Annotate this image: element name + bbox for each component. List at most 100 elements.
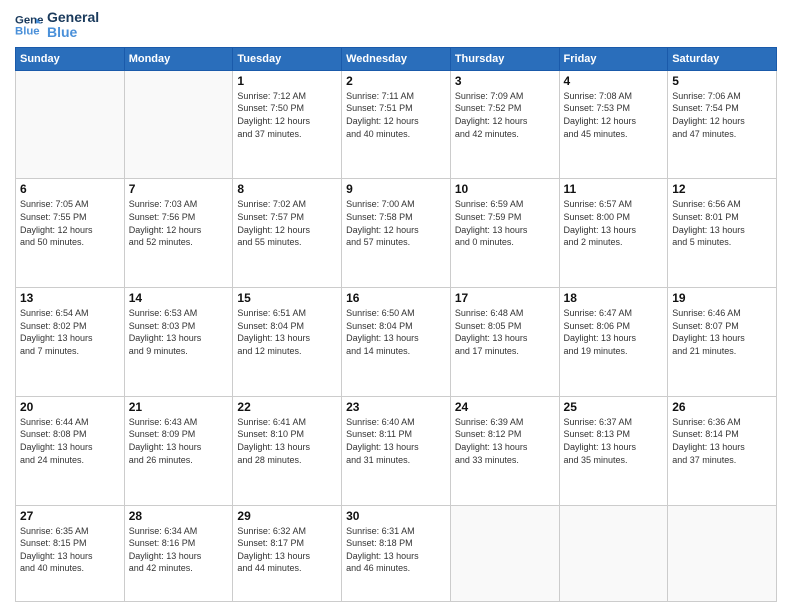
calendar-cell: 18 Sunrise: 6:47 AM Sunset: 8:06 PM Dayli…: [559, 288, 668, 397]
day-info: Sunrise: 7:12 AM Sunset: 7:50 PM Dayligh…: [237, 90, 337, 140]
calendar-cell: 10Sunrise: 6:59 AM Sunset: 7:59 PM Dayli…: [450, 179, 559, 288]
calendar-row-1: 1Sunrise: 7:12 AM Sunset: 7:50 PM Daylig…: [16, 70, 777, 179]
calendar-cell: 30 Sunrise: 6:31 AM Sunset: 8:18 PM Dayli…: [342, 505, 451, 601]
svg-text:Blue: Blue: [15, 26, 40, 38]
calendar-cell: 4 Sunrise: 7:08 AM Sunset: 7:53 PM Daylig…: [559, 70, 668, 179]
day-info: Sunrise: 6:35 AM Sunset: 8:15 PM Dayligh…: [20, 525, 120, 575]
day-info: Sunrise: 6:50 AM Sunset: 8:04 PM Dayligh…: [346, 307, 446, 357]
day-number: 12: [672, 182, 772, 196]
calendar-cell: 26 Sunrise: 6:36 AM Sunset: 8:14 PM Dayli…: [668, 396, 777, 505]
calendar-cell: 27 Sunrise: 6:35 AM Sunset: 8:15 PM Dayli…: [16, 505, 125, 601]
day-number: 15: [237, 291, 337, 305]
day-number: 22: [237, 400, 337, 414]
day-info: Sunrise: 6:51 AM Sunset: 8:04 PM Dayligh…: [237, 307, 337, 357]
calendar-row-4: 20 Sunrise: 6:44 AM Sunset: 8:08 PM Dayli…: [16, 396, 777, 505]
day-number: 23: [346, 400, 446, 414]
calendar-cell: [124, 70, 233, 179]
logo-general: General: [47, 10, 99, 25]
day-number: 3: [455, 74, 555, 88]
calendar-cell: [559, 505, 668, 601]
calendar-cell: 29 Sunrise: 6:32 AM Sunset: 8:17 PM Dayli…: [233, 505, 342, 601]
calendar-cell: 9Sunrise: 7:00 AM Sunset: 7:58 PM Daylig…: [342, 179, 451, 288]
calendar-cell: 16 Sunrise: 6:50 AM Sunset: 8:04 PM Dayli…: [342, 288, 451, 397]
day-info: Sunrise: 6:46 AM Sunset: 8:07 PM Dayligh…: [672, 307, 772, 357]
calendar-row-2: 6 Sunrise: 7:05 AM Sunset: 7:55 PM Daylig…: [16, 179, 777, 288]
day-number: 6: [20, 182, 120, 196]
day-number: 30: [346, 509, 446, 523]
calendar-row-5: 27 Sunrise: 6:35 AM Sunset: 8:15 PM Dayli…: [16, 505, 777, 601]
day-info: Sunrise: 6:39 AM Sunset: 8:12 PM Dayligh…: [455, 416, 555, 466]
day-info: Sunrise: 6:53 AM Sunset: 8:03 PM Dayligh…: [129, 307, 229, 357]
calendar-cell: 1Sunrise: 7:12 AM Sunset: 7:50 PM Daylig…: [233, 70, 342, 179]
calendar-table: SundayMondayTuesdayWednesdayThursdayFrid…: [15, 47, 777, 602]
weekday-header-thursday: Thursday: [450, 47, 559, 70]
day-info: Sunrise: 7:11 AM Sunset: 7:51 PM Dayligh…: [346, 90, 446, 140]
day-number: 16: [346, 291, 446, 305]
calendar-cell: 7Sunrise: 7:03 AM Sunset: 7:56 PM Daylig…: [124, 179, 233, 288]
day-info: Sunrise: 6:54 AM Sunset: 8:02 PM Dayligh…: [20, 307, 120, 357]
day-info: Sunrise: 7:09 AM Sunset: 7:52 PM Dayligh…: [455, 90, 555, 140]
day-info: Sunrise: 7:03 AM Sunset: 7:56 PM Dayligh…: [129, 198, 229, 248]
day-info: Sunrise: 6:40 AM Sunset: 8:11 PM Dayligh…: [346, 416, 446, 466]
svg-text:General: General: [15, 15, 43, 27]
calendar-cell: 23 Sunrise: 6:40 AM Sunset: 8:11 PM Dayli…: [342, 396, 451, 505]
calendar-cell: 13 Sunrise: 6:54 AM Sunset: 8:02 PM Dayli…: [16, 288, 125, 397]
day-number: 20: [20, 400, 120, 414]
day-number: 4: [564, 74, 664, 88]
day-info: Sunrise: 6:43 AM Sunset: 8:09 PM Dayligh…: [129, 416, 229, 466]
day-info: Sunrise: 7:08 AM Sunset: 7:53 PM Dayligh…: [564, 90, 664, 140]
day-info: Sunrise: 6:41 AM Sunset: 8:10 PM Dayligh…: [237, 416, 337, 466]
day-info: Sunrise: 6:44 AM Sunset: 8:08 PM Dayligh…: [20, 416, 120, 466]
day-number: 24: [455, 400, 555, 414]
day-number: 26: [672, 400, 772, 414]
day-number: 28: [129, 509, 229, 523]
day-number: 2: [346, 74, 446, 88]
day-number: 19: [672, 291, 772, 305]
calendar-cell: 6 Sunrise: 7:05 AM Sunset: 7:55 PM Daylig…: [16, 179, 125, 288]
day-number: 13: [20, 291, 120, 305]
weekday-header-saturday: Saturday: [668, 47, 777, 70]
day-info: Sunrise: 7:05 AM Sunset: 7:55 PM Dayligh…: [20, 198, 120, 248]
calendar-cell: [450, 505, 559, 601]
calendar-cell: 28 Sunrise: 6:34 AM Sunset: 8:16 PM Dayli…: [124, 505, 233, 601]
day-number: 14: [129, 291, 229, 305]
day-number: 29: [237, 509, 337, 523]
day-number: 11: [564, 182, 664, 196]
header: General Blue General Blue: [15, 10, 777, 41]
day-number: 18: [564, 291, 664, 305]
day-info: Sunrise: 7:02 AM Sunset: 7:57 PM Dayligh…: [237, 198, 337, 248]
calendar-cell: [16, 70, 125, 179]
day-info: Sunrise: 7:06 AM Sunset: 7:54 PM Dayligh…: [672, 90, 772, 140]
calendar-cell: 15 Sunrise: 6:51 AM Sunset: 8:04 PM Dayli…: [233, 288, 342, 397]
day-number: 5: [672, 74, 772, 88]
day-number: 10: [455, 182, 555, 196]
logo-icon: General Blue: [15, 11, 43, 39]
day-number: 27: [20, 509, 120, 523]
calendar-cell: 25 Sunrise: 6:37 AM Sunset: 8:13 PM Dayli…: [559, 396, 668, 505]
day-info: Sunrise: 6:31 AM Sunset: 8:18 PM Dayligh…: [346, 525, 446, 575]
calendar-cell: 22 Sunrise: 6:41 AM Sunset: 8:10 PM Dayli…: [233, 396, 342, 505]
day-info: Sunrise: 6:32 AM Sunset: 8:17 PM Dayligh…: [237, 525, 337, 575]
calendar-cell: 17Sunrise: 6:48 AM Sunset: 8:05 PM Dayli…: [450, 288, 559, 397]
weekday-header-friday: Friday: [559, 47, 668, 70]
calendar-cell: 12 Sunrise: 6:56 AM Sunset: 8:01 PM Dayli…: [668, 179, 777, 288]
day-number: 8: [237, 182, 337, 196]
weekday-header-wednesday: Wednesday: [342, 47, 451, 70]
day-number: 25: [564, 400, 664, 414]
day-number: 21: [129, 400, 229, 414]
calendar-cell: 2 Sunrise: 7:11 AM Sunset: 7:51 PM Daylig…: [342, 70, 451, 179]
day-info: Sunrise: 6:47 AM Sunset: 8:06 PM Dayligh…: [564, 307, 664, 357]
day-info: Sunrise: 6:57 AM Sunset: 8:00 PM Dayligh…: [564, 198, 664, 248]
weekday-header-monday: Monday: [124, 47, 233, 70]
day-info: Sunrise: 6:36 AM Sunset: 8:14 PM Dayligh…: [672, 416, 772, 466]
calendar-row-3: 13 Sunrise: 6:54 AM Sunset: 8:02 PM Dayli…: [16, 288, 777, 397]
weekday-header-tuesday: Tuesday: [233, 47, 342, 70]
day-info: Sunrise: 7:00 AM Sunset: 7:58 PM Dayligh…: [346, 198, 446, 248]
day-info: Sunrise: 6:56 AM Sunset: 8:01 PM Dayligh…: [672, 198, 772, 248]
day-info: Sunrise: 6:34 AM Sunset: 8:16 PM Dayligh…: [129, 525, 229, 575]
calendar-cell: 19 Sunrise: 6:46 AM Sunset: 8:07 PM Dayli…: [668, 288, 777, 397]
weekday-header-sunday: Sunday: [16, 47, 125, 70]
day-info: Sunrise: 6:37 AM Sunset: 8:13 PM Dayligh…: [564, 416, 664, 466]
weekday-header-row: SundayMondayTuesdayWednesdayThursdayFrid…: [16, 47, 777, 70]
logo-blue: Blue: [47, 25, 99, 40]
